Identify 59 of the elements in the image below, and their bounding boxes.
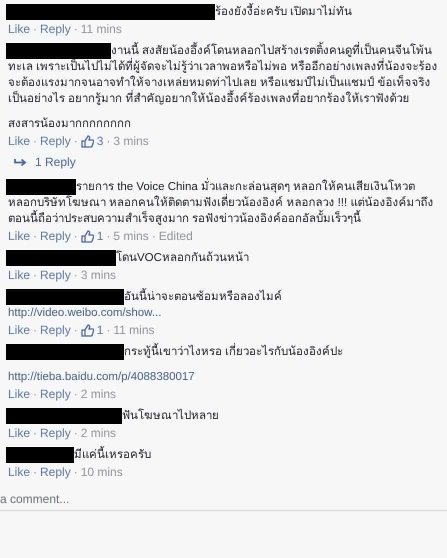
link[interactable]: http://tieba.baidu.com/p/4088380017: [8, 371, 195, 383]
timestamp: 2 mins: [80, 425, 116, 441]
separator-dot: ·: [74, 267, 78, 283]
comment-text: ฟันโฆษณาไปหลาย: [122, 410, 219, 422]
separator-dot: ·: [33, 133, 38, 149]
reply-link[interactable]: Reply: [40, 322, 71, 338]
timestamp: 3 mins: [113, 133, 149, 149]
like-link[interactable]: Like: [8, 228, 30, 244]
separator-dot: ·: [74, 228, 78, 244]
separator-dot: ·: [106, 322, 110, 338]
timestamp: 2 mins: [80, 386, 116, 402]
like-link[interactable]: Like: [8, 21, 30, 37]
separator-dot: ·: [74, 322, 78, 338]
separator-dot: ·: [106, 133, 110, 149]
timestamp: 11 mins: [113, 322, 155, 338]
separator-dot: ·: [33, 464, 38, 480]
separator-dot: ·: [74, 464, 78, 480]
separator-dot: ·: [74, 386, 78, 402]
thumbs-up-icon: [80, 230, 94, 242]
edited-label: Edited: [158, 228, 193, 244]
like-link[interactable]: Like: [8, 464, 30, 480]
separator-dot: ·: [33, 228, 38, 244]
reply-link[interactable]: Reply: [40, 228, 71, 244]
separator-dot: ·: [74, 133, 78, 149]
separator-dot: ·: [33, 322, 38, 338]
separator-dot: ·: [74, 21, 78, 37]
like-link[interactable]: Like: [8, 322, 30, 338]
like-link[interactable]: Like: [8, 425, 30, 441]
timestamp: 10 mins: [80, 464, 123, 480]
thumbs-up-icon: [80, 324, 94, 336]
comment-text: สงสารน้องมากกกกกกกก: [8, 118, 131, 130]
like-link[interactable]: Like: [8, 267, 30, 283]
separator-dot: ·: [74, 425, 78, 441]
timestamp: 3 mins: [80, 267, 116, 283]
like-count: 1: [96, 322, 104, 338]
separator-dot: ·: [33, 425, 38, 441]
reply-link[interactable]: Reply: [40, 386, 71, 402]
comment-field[interactable]: a comment...: [0, 488, 200, 510]
separator-dot: ·: [152, 228, 156, 244]
timestamp: 11 mins: [80, 21, 122, 37]
reply-link[interactable]: Reply: [40, 21, 71, 37]
separator-dot: ·: [106, 228, 110, 244]
separator-dot: ·: [33, 21, 38, 37]
separator-dot: ·: [33, 267, 38, 283]
like-link[interactable]: Like: [8, 386, 30, 402]
reply-link[interactable]: Reply: [40, 425, 71, 441]
like-count: 1: [96, 228, 104, 244]
reply-link[interactable]: Reply: [40, 464, 71, 480]
reply-link[interactable]: Reply: [40, 267, 71, 283]
thumbs-up-icon: [80, 134, 94, 148]
reply-arrow-icon: [14, 158, 27, 166]
timestamp: 5 mins: [113, 228, 149, 244]
like-count: 3: [96, 133, 104, 149]
like-link[interactable]: Like: [8, 133, 30, 149]
replies-link[interactable]: 1 Reply: [35, 155, 76, 169]
reply-link[interactable]: Reply: [40, 133, 71, 149]
link[interactable]: http://video.weibo.com/show...: [8, 307, 162, 319]
comment-text: โดนVOCหลอกกันถ้วนหน้า: [116, 252, 249, 264]
separator-dot: ·: [33, 386, 38, 402]
